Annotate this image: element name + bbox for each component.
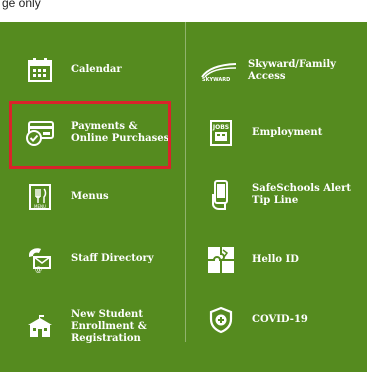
quick-link-skyward[interactable]: SKYWARD Skyward/Family Access — [200, 56, 336, 86]
phone-mail-icon: @ — [25, 244, 55, 274]
svg-text:JOBS: JOBS — [212, 124, 229, 131]
payment-card-icon — [25, 118, 55, 148]
svg-text:SKYWARD: SKYWARD — [202, 77, 230, 81]
shield-plus-icon — [206, 305, 236, 335]
quick-link-label: SafeSchools Alert Tip Line — [252, 183, 352, 206]
quick-link-employment[interactable]: JOBS Employment — [206, 118, 322, 148]
svg-text:@: @ — [35, 266, 42, 273]
puzzle-icon — [206, 245, 236, 275]
quick-link-label: COVID-19 — [252, 314, 308, 325]
quick-link-menus[interactable]: MENU Menus — [25, 182, 109, 212]
calendar-icon — [25, 55, 55, 85]
quick-link-calendar[interactable]: Calendar — [25, 55, 122, 85]
skyward-logo-icon: SKYWARD — [200, 56, 238, 86]
quick-link-covid-19[interactable]: COVID-19 — [206, 305, 308, 335]
quick-link-label: Hello ID — [252, 254, 299, 265]
quick-link-safeschools[interactable]: SafeSchools Alert Tip Line — [206, 180, 351, 210]
quick-link-staff-directory[interactable]: @ Staff Directory — [25, 244, 154, 274]
phone-hand-icon — [206, 180, 236, 210]
quick-link-hello-id[interactable]: Hello ID — [206, 245, 299, 275]
quick-link-new-student-enrollment[interactable]: New Student Enrollment & Registration — [25, 309, 147, 345]
svg-text:MENU: MENU — [34, 204, 46, 209]
menu-icon: MENU — [25, 182, 55, 212]
quick-link-label: Menus — [71, 191, 109, 202]
school-building-icon — [25, 312, 55, 342]
top-strip: ge only — [0, 0, 367, 22]
quick-link-label: Employment — [252, 127, 323, 138]
jobs-icon: JOBS — [206, 118, 236, 148]
quick-link-label: Skyward/Family Access — [248, 59, 336, 82]
top-text: ge only — [2, 0, 41, 10]
quick-link-payments[interactable]: Payments & Online Purchases — [25, 118, 169, 148]
quick-link-label: New Student Enrollment & Registration — [71, 309, 147, 344]
column-divider — [185, 22, 186, 342]
quick-link-label: Calendar — [71, 64, 122, 75]
quick-link-label: Payments & Online Purchases — [71, 121, 170, 144]
bottom-strip — [0, 372, 367, 392]
quick-link-label: Staff Directory — [71, 253, 154, 264]
